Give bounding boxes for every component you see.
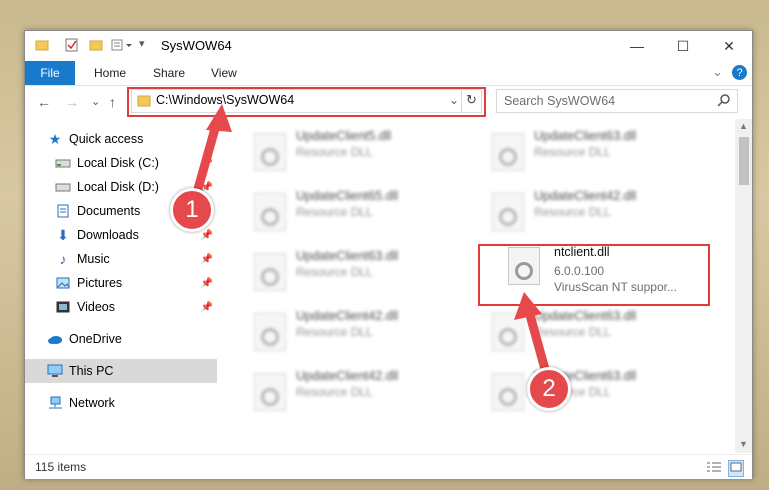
annotation-arrows xyxy=(191,104,553,385)
step-2-badge: 2 xyxy=(527,367,571,411)
desktop: { "window": { "title": "SysWOW64", "mini… xyxy=(0,0,769,490)
step-1-badge: 1 xyxy=(170,188,214,232)
